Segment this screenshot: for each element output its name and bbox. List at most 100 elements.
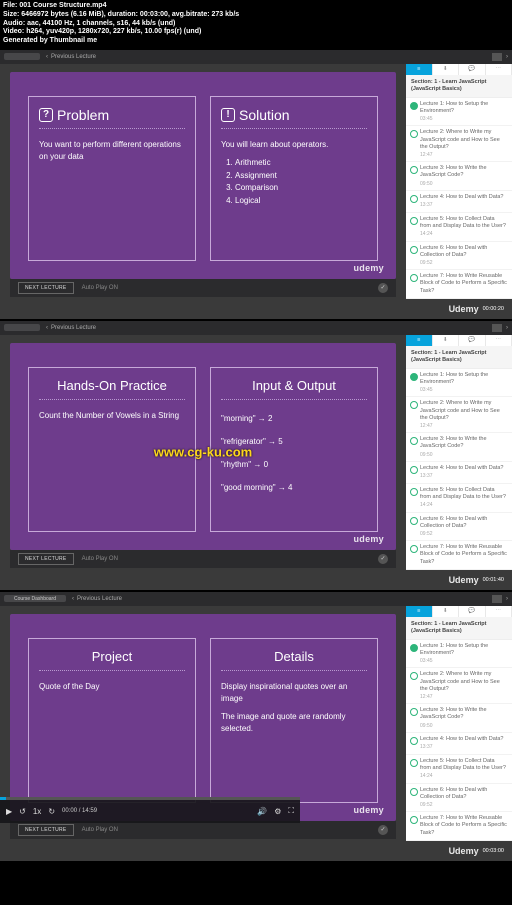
lecture-item[interactable]: Lecture 4: How to Deal with Data?13:37 — [406, 733, 512, 755]
tab-discuss[interactable]: 💬 — [459, 64, 486, 75]
lecture-item[interactable]: Lecture 5: How to Collect Data from and … — [406, 213, 512, 242]
lecture-title: Lecture 4: How to Deal with Data? — [420, 194, 507, 201]
lecture-item[interactable]: Lecture 3: How to Write the JavaScript C… — [406, 162, 512, 191]
lecture-item[interactable]: Lecture 1: How to Setup the Environment?… — [406, 369, 512, 398]
chevron-left-icon: ‹ — [46, 325, 48, 331]
io-line: "morning" → 2 — [221, 414, 367, 423]
lecture-duration: 13:37 — [420, 202, 507, 209]
card-title: Problem — [57, 107, 109, 123]
lecture-title: Lecture 6: How to Deal with Collection o… — [420, 516, 507, 530]
lecture-item[interactable]: Lecture 3: How to Write the JavaScript C… — [406, 433, 512, 462]
lecture-duration: 12:47 — [420, 152, 507, 159]
slide: Hands-On Practice Count the Number of Vo… — [10, 343, 396, 550]
chevron-right-icon[interactable]: › — [506, 596, 508, 602]
tab-curriculum[interactable]: ≡ — [406, 606, 433, 617]
tab-more[interactable]: ⋯ — [486, 335, 512, 346]
lecture-title: Lecture 2: Where to Write my JavaScript … — [420, 400, 507, 421]
lecture-item[interactable]: Lecture 4: How to Deal with Data?13:37 — [406, 462, 512, 484]
udemy-logo: udemy — [353, 805, 384, 815]
tab-more[interactable]: ⋯ — [486, 606, 512, 617]
lecture-title: Lecture 2: Where to Write my JavaScript … — [420, 671, 507, 692]
meta-line: File: 001 Course Structure.mp4 — [3, 2, 509, 11]
previous-lecture-button[interactable]: ‹Previous Lecture — [46, 54, 96, 60]
brand-label: Udemy — [449, 304, 479, 314]
section-header: Section: 1 - Learn JavaScript (JavaScrip… — [406, 75, 512, 98]
solution-card: !Solution You will learn about operators… — [210, 96, 378, 261]
lecture-title: Lecture 4: How to Deal with Data? — [420, 736, 507, 743]
slide: Project Quote of the Day Details Display… — [10, 614, 396, 821]
speed-icon[interactable]: 1x — [33, 807, 41, 816]
chevron-right-icon[interactable]: › — [506, 54, 508, 60]
autoplay-label[interactable]: Auto Play ON — [82, 827, 118, 833]
fullscreen-icon[interactable]: ⛶ — [288, 806, 294, 816]
next-lecture-button[interactable]: NEXT LECTURE — [18, 553, 74, 565]
complete-check-icon[interactable]: ✓ — [378, 283, 388, 293]
course-dashboard-pill[interactable] — [4, 324, 40, 331]
lecture-item[interactable]: Lecture 2: Where to Write my JavaScript … — [406, 668, 512, 704]
lecture-title: Lecture 1: How to Setup the Environment? — [420, 101, 507, 115]
lecture-item[interactable]: Lecture 5: How to Collect Data from and … — [406, 755, 512, 784]
timestamp: 00:03:00 — [483, 848, 504, 854]
lecture-item[interactable]: Lecture 4: How to Deal with Data?13:37 — [406, 191, 512, 213]
lecture-duration: 14:24 — [420, 502, 507, 509]
next-lecture-button[interactable]: NEXT LECTURE — [18, 282, 74, 294]
lecture-item[interactable]: Lecture 6: How to Deal with Collection o… — [406, 242, 512, 271]
panel-tabs: ≡ ⬇ 💬 ⋯ — [406, 335, 512, 346]
autoplay-label[interactable]: Auto Play ON — [82, 556, 118, 562]
course-dashboard-pill[interactable]: Course Dashboard — [4, 595, 66, 602]
play-icon[interactable]: ▶ — [6, 807, 12, 816]
list-item: Arithmetic — [235, 157, 367, 170]
lecture-duration: 14:24 — [420, 773, 507, 780]
volume-icon[interactable]: 🔊 — [257, 807, 267, 816]
tab-download[interactable]: ⬇ — [433, 335, 460, 346]
tab-discuss[interactable]: 💬 — [459, 606, 486, 617]
lecture-item[interactable]: Lecture 1: How to Setup the Environment?… — [406, 640, 512, 669]
lecture-duration: 09:50 — [420, 452, 507, 459]
lecture-title: Lecture 1: How to Setup the Environment? — [420, 643, 507, 657]
tab-curriculum[interactable]: ≡ — [406, 64, 433, 75]
tab-curriculum[interactable]: ≡ — [406, 335, 433, 346]
autoplay-label[interactable]: Auto Play ON — [82, 285, 118, 291]
tab-discuss[interactable]: 💬 — [459, 335, 486, 346]
lecture-duration: 13:37 — [420, 473, 507, 480]
next-lecture-button[interactable]: NEXT LECTURE — [18, 824, 74, 836]
section-header: Section: 1 - Learn JavaScript (JavaScrip… — [406, 617, 512, 640]
course-dashboard-pill[interactable] — [4, 53, 40, 60]
problem-card: ?Problem You want to perform different o… — [28, 96, 196, 261]
card-title: Hands-On Practice — [39, 378, 185, 400]
tab-download[interactable]: ⬇ — [433, 64, 460, 75]
flag-icon — [492, 324, 502, 332]
card-body: Display inspirational quotes over an ima… — [221, 681, 367, 705]
complete-check-icon[interactable]: ✓ — [378, 825, 388, 835]
chevron-right-icon[interactable]: › — [506, 325, 508, 331]
previous-lecture-button[interactable]: ‹Previous Lecture — [72, 596, 122, 602]
lecture-item[interactable]: Lecture 1: How to Setup the Environment?… — [406, 98, 512, 127]
chevron-left-icon: ‹ — [72, 596, 74, 602]
previous-lecture-button[interactable]: ‹Previous Lecture — [46, 325, 96, 331]
thumbnail-frame-3: Course Dashboard ‹Previous Lecture › Pro… — [0, 592, 512, 861]
brand-bar: Udemy00:01:40 — [0, 570, 512, 590]
rewind-icon[interactable]: ↺ — [19, 807, 26, 816]
lecture-item[interactable]: Lecture 5: How to Collect Data from and … — [406, 484, 512, 513]
tab-download[interactable]: ⬇ — [433, 606, 460, 617]
lecture-item[interactable]: Lecture 7: How to Write Reusable Block o… — [406, 541, 512, 569]
loop-icon[interactable]: ↻ — [48, 807, 55, 816]
chevron-left-icon: ‹ — [46, 54, 48, 60]
lecture-item[interactable]: Lecture 6: How to Deal with Collection o… — [406, 784, 512, 813]
settings-icon[interactable]: ⚙ — [274, 807, 281, 816]
complete-check-icon[interactable]: ✓ — [378, 554, 388, 564]
card-title: Project — [39, 649, 185, 671]
flag-icon — [492, 595, 502, 603]
thumbnail-frame-2: ‹Previous Lecture › www.cg-ku.com Hands-… — [0, 321, 512, 590]
card-title: Solution — [239, 107, 290, 123]
lecture-botbar: NEXT LECTURE Auto Play ON ✓ — [10, 279, 396, 297]
lecture-item[interactable]: Lecture 2: Where to Write my JavaScript … — [406, 397, 512, 433]
tab-more[interactable]: ⋯ — [486, 64, 512, 75]
lecture-item[interactable]: Lecture 2: Where to Write my JavaScript … — [406, 126, 512, 162]
meta-line: Size: 6466972 bytes (6.16 MiB), duration… — [3, 11, 509, 20]
lecture-item[interactable]: Lecture 7: How to Write Reusable Block o… — [406, 270, 512, 298]
lecture-item[interactable]: Lecture 7: How to Write Reusable Block o… — [406, 812, 512, 840]
lecture-item[interactable]: Lecture 6: How to Deal with Collection o… — [406, 513, 512, 542]
lecture-item[interactable]: Lecture 3: How to Write the JavaScript C… — [406, 704, 512, 733]
card-body: Quote of the Day — [39, 681, 185, 693]
